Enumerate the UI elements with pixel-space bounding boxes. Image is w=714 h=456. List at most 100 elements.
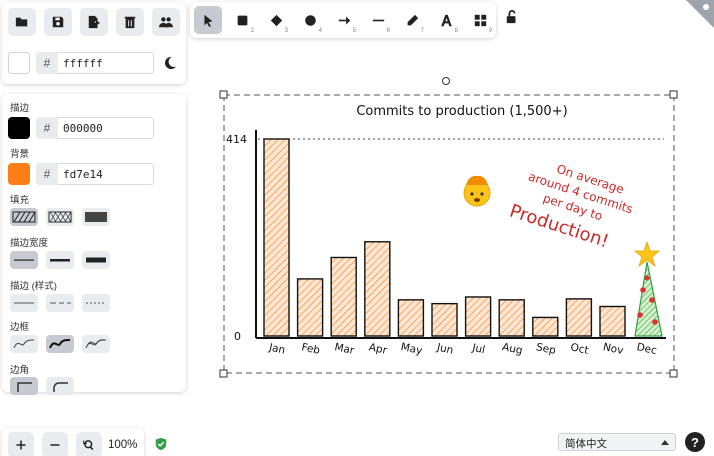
language-select[interactable]: 简体中文 <box>558 433 676 451</box>
x-tick-may: May <box>400 341 424 357</box>
bar-nov <box>599 305 626 337</box>
dashed-line-icon <box>50 302 71 304</box>
x-tick-labels: Jan Feb Mar Apr May Jun Jul Aug Sep Oct Nov Dec <box>267 341 658 357</box>
export-button[interactable] <box>80 8 108 36</box>
x-tick-aug: Aug <box>501 341 524 357</box>
x-tick-sep: Sep <box>535 341 557 357</box>
svg-text:per day to: per day to <box>541 191 604 223</box>
x-tick-jun: Jun <box>435 341 455 356</box>
y-tick-max: 414 <box>226 133 247 146</box>
canvas-background-swatch[interactable] <box>8 52 30 74</box>
moon-icon[interactable] <box>163 56 177 70</box>
shield-check-icon <box>155 437 167 451</box>
bar-jun <box>431 302 458 337</box>
arrow-icon <box>338 15 350 25</box>
hachure-fill-icon <box>12 211 36 223</box>
x-tick-dec: Dec <box>636 341 659 357</box>
christmas-tree-icon <box>633 240 663 337</box>
annotation-text: On average around 4 commits per day to P… <box>507 162 635 253</box>
x-tick-apr: Apr <box>368 341 389 357</box>
open-button[interactable] <box>8 8 36 36</box>
stroke-width-bold-option[interactable] <box>46 251 74 269</box>
collaborate-button[interactable] <box>152 8 180 36</box>
extra-bold-line-icon <box>86 257 106 263</box>
selection-handles[interactable] <box>219 77 678 378</box>
delete-button[interactable] <box>116 8 144 36</box>
stroke-color-input[interactable]: 000000 <box>58 117 154 139</box>
stroke-style-label: 描边 (样式) <box>10 281 57 292</box>
edges-round-option[interactable] <box>46 377 74 395</box>
background-color-swatch[interactable] <box>8 163 30 185</box>
tool-line[interactable]: 6 <box>364 6 392 34</box>
svg-text:Production!: Production! <box>507 201 611 253</box>
bar-aug <box>498 299 525 337</box>
trash-icon <box>124 16 136 29</box>
bar-oct <box>565 298 593 337</box>
svg-text:around 4 commits: around 4 commits <box>527 169 635 216</box>
zoom-in-button[interactable] <box>8 432 34 456</box>
folder-open-icon <box>15 17 28 27</box>
tool-arrow[interactable]: 5 <box>330 6 358 34</box>
bar-group <box>263 138 626 337</box>
canvas-background-input[interactable]: ffffff <box>58 52 154 74</box>
properties-panel: 描边 # 000000 背景 # fd7e14 填充 描边宽度 描边 (样式) … <box>2 94 186 395</box>
text-icon <box>440 14 452 26</box>
file-toolbar: # ffffff <box>2 2 186 84</box>
tool-diamond[interactable]: 3 <box>262 6 290 34</box>
shape-toolbar: 2 3 4 5 6 7 8 9 <box>190 2 496 38</box>
minus-icon <box>50 444 60 446</box>
tool-library[interactable]: 9 <box>466 6 494 34</box>
solid-line-icon <box>14 302 34 304</box>
circle-icon <box>304 14 316 26</box>
github-corner-icon[interactable] <box>686 0 714 28</box>
tool-draw[interactable]: 7 <box>398 6 426 34</box>
thin-line-icon <box>14 259 34 261</box>
edges-sharp-option[interactable] <box>10 377 38 395</box>
help-button[interactable]: ? <box>685 432 705 452</box>
tool-selection[interactable] <box>194 6 222 34</box>
x-tick-feb: Feb <box>300 341 321 357</box>
save-icon <box>52 16 64 28</box>
reset-zoom-icon <box>83 440 94 451</box>
background-color-input[interactable]: fd7e14 <box>58 163 154 185</box>
zoom-out-button[interactable] <box>42 432 68 456</box>
stroke-width-extra-bold-option[interactable] <box>82 251 110 269</box>
background-label: 背景 <box>10 149 30 160</box>
pointer-icon <box>203 14 213 27</box>
y-tick-zero: 0 <box>234 330 241 343</box>
sloppiness-architect-option[interactable] <box>10 335 38 353</box>
bar-mar <box>330 256 357 337</box>
stroke-style-solid-option[interactable] <box>10 294 38 312</box>
x-tick-oct: Oct <box>569 341 589 357</box>
stroke-width-thin-option[interactable] <box>10 251 38 269</box>
x-tick-mar: Mar <box>333 341 356 357</box>
save-button[interactable] <box>44 8 72 36</box>
stroke-label: 描边 <box>10 103 30 114</box>
bar-jan <box>263 138 290 337</box>
tool-text[interactable]: 8 <box>432 6 460 34</box>
export-icon <box>88 15 101 29</box>
chart-title: Commits to production (1,500+) <box>356 104 567 119</box>
sloppiness-artist-option[interactable] <box>46 335 74 353</box>
tool-rectangle[interactable]: 2 <box>228 6 256 34</box>
line-icon <box>372 19 384 21</box>
stroke-color-swatch[interactable] <box>8 117 30 139</box>
tool-ellipse[interactable]: 4 <box>296 6 324 34</box>
fill-hachure-option[interactable] <box>10 208 38 226</box>
bar-jul <box>464 296 492 337</box>
dotted-line-icon <box>86 302 106 304</box>
bold-line-icon <box>50 259 70 262</box>
stroke-style-dashed-option[interactable] <box>46 294 74 312</box>
sloppiness-cartoonist-option[interactable] <box>82 335 110 353</box>
x-tick-jan: Jan <box>267 341 286 356</box>
unlock-icon[interactable] <box>505 10 519 24</box>
x-tick-jul: Jul <box>470 342 486 357</box>
language-selected: 简体中文 <box>565 438 607 450</box>
fill-cross-hatch-option[interactable] <box>46 208 74 226</box>
reset-zoom-button[interactable] <box>76 432 102 456</box>
selection-box[interactable] <box>223 94 675 374</box>
fill-solid-option[interactable] <box>82 208 110 226</box>
fill-label: 填充 <box>10 195 30 206</box>
stroke-style-dotted-option[interactable] <box>82 294 110 312</box>
x-tick-nov: Nov <box>602 341 625 357</box>
